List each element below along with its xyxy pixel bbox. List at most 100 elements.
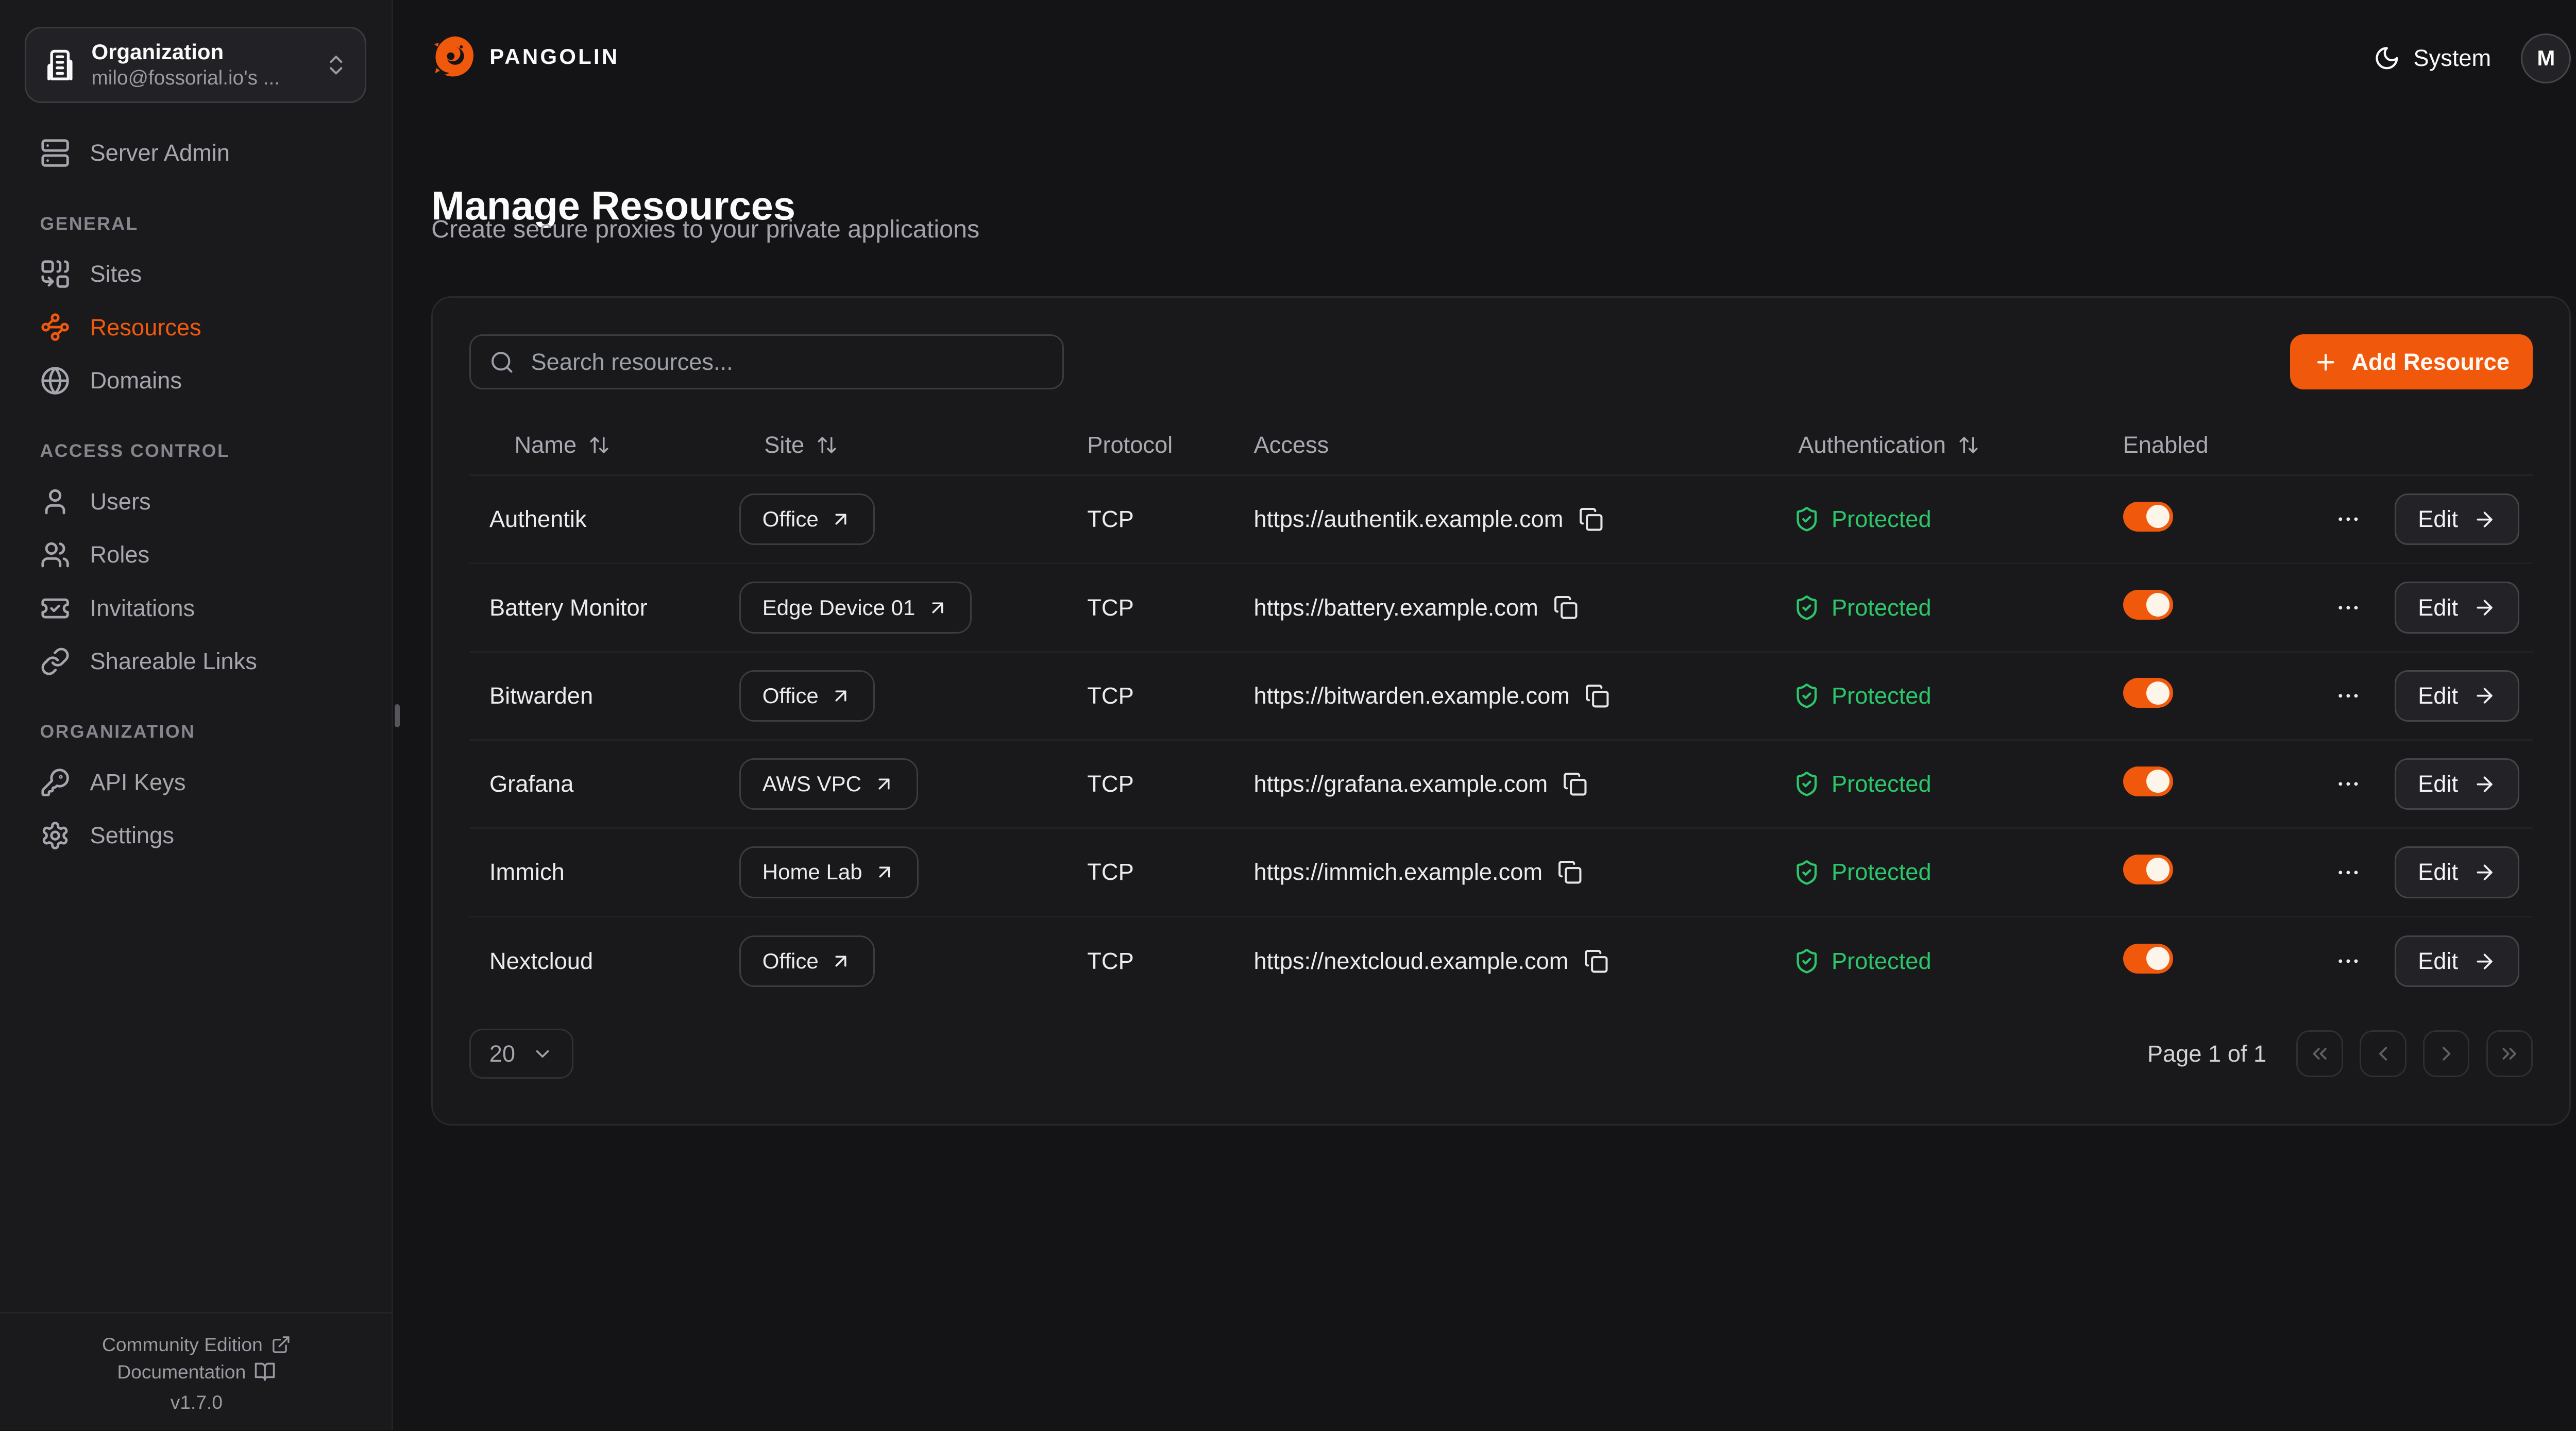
row-menu-button[interactable] xyxy=(2331,945,2365,978)
row-actions: Edit xyxy=(2306,846,2533,898)
site-name: AWS VPC xyxy=(762,772,861,796)
enabled-toggle[interactable] xyxy=(2123,855,2173,884)
access-cell: https://authentik.example.com xyxy=(1253,506,1773,533)
table-body: AuthentikOfficeTCPhttps://authentik.exam… xyxy=(469,476,2533,1006)
edit-button[interactable]: Edit xyxy=(2395,846,2519,898)
ellipsis-icon xyxy=(2335,948,2362,975)
site-link-chip[interactable]: Office xyxy=(739,493,875,545)
header-actions: System M xyxy=(2374,33,2571,83)
edit-label: Edit xyxy=(2418,948,2458,975)
sidebar-item-label: API Keys xyxy=(90,769,186,796)
copy-url-button[interactable] xyxy=(1557,860,1582,884)
arrow-right-icon xyxy=(2473,508,2496,531)
sidebar-item-server-admin[interactable]: Server Admin xyxy=(25,127,366,180)
sidebar-item-shareable-links[interactable]: Shareable Links xyxy=(25,635,366,688)
column-header-name[interactable]: Name xyxy=(469,432,739,458)
link-icon xyxy=(40,646,70,676)
first-page-button[interactable] xyxy=(2296,1030,2343,1077)
sidebar-item-resources[interactable]: Resources xyxy=(25,301,366,354)
edit-label: Edit xyxy=(2418,859,2458,885)
documentation-link[interactable]: Documentation xyxy=(0,1361,393,1383)
ellipsis-icon xyxy=(2335,594,2362,621)
site-link-chip[interactable]: Office xyxy=(739,935,875,987)
enabled-toggle[interactable] xyxy=(2123,590,2173,620)
row-menu-button[interactable] xyxy=(2331,591,2365,624)
access-url: https://grafana.example.com xyxy=(1253,771,1548,797)
row-menu-button[interactable] xyxy=(2331,503,2365,536)
shield-check-icon xyxy=(1793,859,1820,886)
copy-icon xyxy=(1579,507,1603,532)
edit-button[interactable]: Edit xyxy=(2395,670,2519,722)
edit-button[interactable]: Edit xyxy=(2395,582,2519,633)
community-edition-link[interactable]: Community Edition xyxy=(0,1334,393,1356)
sidebar-item-sites[interactable]: Sites xyxy=(25,247,366,300)
edit-button[interactable]: Edit xyxy=(2395,758,2519,810)
access-cell: https://immich.example.com xyxy=(1253,859,1773,885)
sidebar-item-settings[interactable]: Settings xyxy=(25,809,366,862)
edit-button[interactable]: Edit xyxy=(2395,935,2519,987)
site-link-chip[interactable]: AWS VPC xyxy=(739,758,918,810)
copy-url-button[interactable] xyxy=(1585,684,1609,708)
sidebar-item-label: Users xyxy=(90,488,151,515)
enabled-toggle[interactable] xyxy=(2123,944,2173,974)
resource-name: Grafana xyxy=(469,771,739,797)
site-name: Office xyxy=(762,949,819,974)
sidebar-item-label: Server Admin xyxy=(90,140,230,166)
community-edition-label: Community Edition xyxy=(102,1334,263,1356)
copy-url-button[interactable] xyxy=(1579,507,1603,532)
chevron-right-icon xyxy=(2435,1042,2458,1065)
column-label: Site xyxy=(764,432,804,458)
sidebar-item-api-keys[interactable]: API Keys xyxy=(25,756,366,809)
sidebar-item-label: Settings xyxy=(90,822,174,849)
theme-toggle[interactable]: System xyxy=(2374,45,2491,72)
page-size-select[interactable]: 20 xyxy=(469,1029,573,1079)
row-menu-button[interactable] xyxy=(2331,768,2365,801)
ellipsis-icon xyxy=(2335,771,2362,797)
column-header-authentication[interactable]: Authentication xyxy=(1773,432,2123,458)
book-open-icon xyxy=(254,1361,276,1383)
add-resource-button[interactable]: Add Resource xyxy=(2290,334,2533,389)
column-header-site[interactable]: Site xyxy=(739,432,1088,458)
enabled-toggle[interactable] xyxy=(2123,502,2173,532)
enabled-toggle[interactable] xyxy=(2123,766,2173,796)
chevron-down-icon xyxy=(532,1043,553,1065)
arrow-right-icon xyxy=(2473,596,2496,619)
org-switcher[interactable]: Organization milo@fossorial.io's ... xyxy=(25,27,366,104)
table-footer: 20 Page 1 of 1 xyxy=(469,1029,2533,1079)
site-link-chip[interactable]: Office xyxy=(739,670,875,722)
version-label: v1.7.0 xyxy=(0,1391,393,1413)
ticket-check-icon xyxy=(40,593,70,623)
arrow-up-right-icon xyxy=(830,950,852,972)
add-resource-label: Add Resource xyxy=(2351,349,2510,376)
row-actions: Edit xyxy=(2306,758,2533,810)
site-link-chip[interactable]: Home Lab xyxy=(739,846,919,898)
sidebar-item-domains[interactable]: Domains xyxy=(25,354,366,407)
protocol-value: TCP xyxy=(1087,594,1253,621)
sidebar-item-roles[interactable]: Roles xyxy=(25,529,366,582)
sidebar-item-users[interactable]: Users xyxy=(25,475,366,528)
toggle-knob xyxy=(2146,505,2170,528)
access-cell: https://grafana.example.com xyxy=(1253,771,1773,797)
avatar[interactable]: M xyxy=(2521,33,2571,83)
copy-url-button[interactable] xyxy=(1563,772,1587,796)
prev-page-button[interactable] xyxy=(2360,1030,2406,1077)
edit-button[interactable]: Edit xyxy=(2395,493,2519,545)
authentication-label: Protected xyxy=(1832,594,1931,621)
sidebar-item-invitations[interactable]: Invitations xyxy=(25,582,366,635)
table-row: Battery MonitorEdge Device 01TCPhttps://… xyxy=(469,564,2533,652)
search-input[interactable] xyxy=(528,347,1044,377)
column-header-enabled: Enabled xyxy=(2123,432,2307,458)
row-menu-button[interactable] xyxy=(2331,856,2365,889)
copy-url-button[interactable] xyxy=(1584,949,1608,974)
site-link-chip[interactable]: Edge Device 01 xyxy=(739,582,972,633)
arrow-right-icon xyxy=(2473,861,2496,884)
row-menu-button[interactable] xyxy=(2331,679,2365,713)
shield-check-icon xyxy=(1793,948,1820,975)
sidebar-item-label: Sites xyxy=(90,261,142,287)
copy-url-button[interactable] xyxy=(1553,595,1578,620)
next-page-button[interactable] xyxy=(2423,1030,2469,1077)
last-page-button[interactable] xyxy=(2486,1030,2533,1077)
key-icon xyxy=(40,768,70,797)
enabled-toggle[interactable] xyxy=(2123,678,2173,708)
resource-name: Bitwarden xyxy=(469,683,739,709)
